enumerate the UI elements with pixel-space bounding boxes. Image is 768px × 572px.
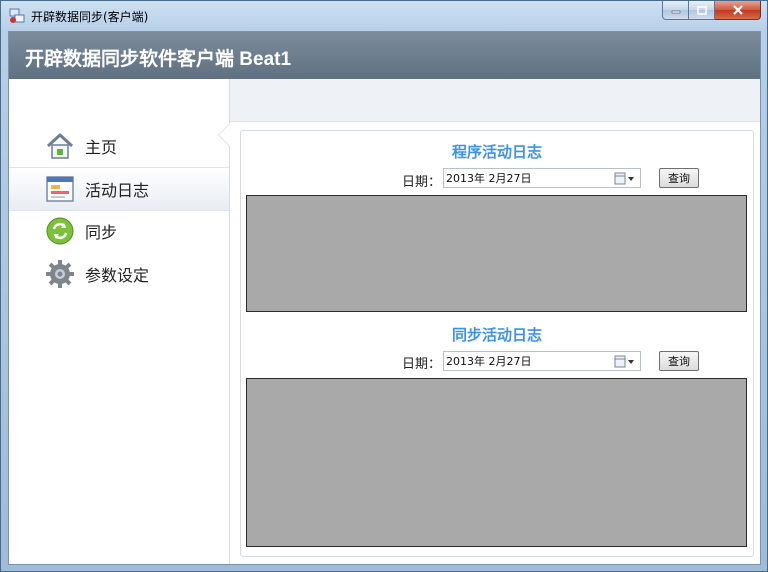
- program-query-button[interactable]: 查询: [659, 168, 699, 188]
- sidebar-item-label: 活动日志: [85, 181, 150, 200]
- window-controls: [662, 1, 761, 21]
- maximize-icon: [696, 5, 707, 15]
- gear-icon: [46, 260, 74, 288]
- program-date-value: 2013年 2月27日: [446, 172, 532, 185]
- app-header-title: 开辟数据同步软件客户端 Beat1: [25, 49, 292, 70]
- sync-log-content[interactable]: [246, 378, 747, 547]
- sidebar-item-label: 同步: [85, 223, 118, 242]
- sidebar-item-settings[interactable]: 参数设定: [9, 253, 229, 295]
- close-icon: [732, 5, 743, 15]
- program-date-label: 日期：: [402, 175, 442, 190]
- sidebar-item-sync[interactable]: 同步: [9, 210, 229, 252]
- calendar-dropdown-icon[interactable]: [614, 172, 636, 185]
- sync-log-title: 同步活动日志: [451, 326, 542, 344]
- app-window: 开辟数据同步(客户端) 开辟数据同步软件客户端 Beat1 主页 活动日志 同步…: [0, 0, 768, 572]
- active-pointer: [219, 124, 230, 146]
- close-button[interactable]: [715, 1, 761, 20]
- minimize-button[interactable]: [662, 1, 689, 20]
- sync-query-button[interactable]: 查询: [659, 351, 699, 371]
- title-bar[interactable]: 开辟数据同步(客户端): [1, 1, 767, 31]
- home-icon: [46, 133, 74, 159]
- sync-date-label: 日期：: [402, 357, 442, 372]
- log-panel: 程序活动日志 日期： 2013年 2月27日 查询 同步活动日志 日期： 201…: [240, 130, 754, 557]
- window-title: 开辟数据同步(客户端): [31, 10, 149, 24]
- sync-icon: [46, 217, 74, 245]
- program-log-content[interactable]: [246, 195, 747, 312]
- program-date-picker[interactable]: 2013年 2月27日: [443, 168, 641, 188]
- app-header: 开辟数据同步软件客户端 Beat1: [9, 32, 760, 79]
- sidebar-item-activity-log[interactable]: 活动日志: [9, 167, 229, 211]
- sync-date-picker[interactable]: 2013年 2月27日: [443, 351, 641, 371]
- sync-date-value: 2013年 2月27日: [446, 355, 532, 368]
- log-icon: [46, 176, 74, 202]
- client-area: 开辟数据同步软件客户端 Beat1 主页 活动日志 同步 参数设定 程序活动日志…: [8, 31, 761, 565]
- sidebar-item-label: 参数设定: [85, 266, 150, 285]
- maximize-button[interactable]: [689, 1, 715, 20]
- content-top-strip: [230, 79, 760, 122]
- sidebar-item-label: 主页: [85, 138, 118, 157]
- app-icon: [9, 8, 25, 23]
- program-log-title: 程序活动日志: [451, 143, 542, 161]
- sidebar-item-home[interactable]: 主页: [9, 125, 229, 167]
- calendar-dropdown-icon[interactable]: [614, 355, 636, 368]
- minimize-icon: [671, 10, 680, 14]
- sidebar: 主页 活动日志 同步 参数设定: [9, 79, 230, 564]
